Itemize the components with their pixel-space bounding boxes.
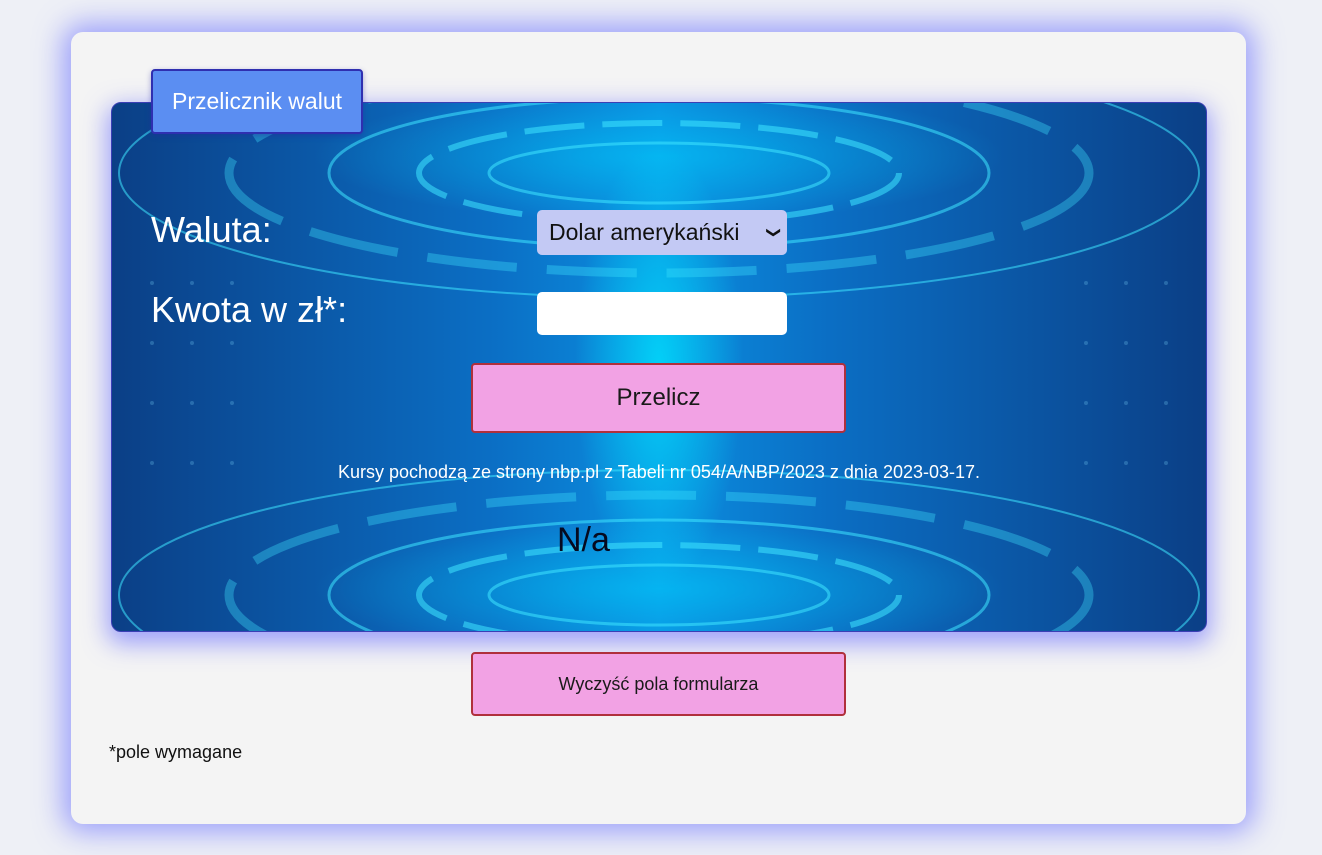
conversion-result: N/a (557, 521, 610, 559)
currency-select-value: Dolar amerykański (549, 219, 740, 245)
converter-title-tab: Przelicznik walut (151, 69, 363, 134)
exchange-rate-source-note: Kursy pochodzą ze strony nbp.pl z Tabeli… (337, 462, 981, 482)
amount-label: Kwota w zł*: (151, 289, 348, 330)
chevron-down-icon: ❯ (766, 226, 783, 239)
currency-select[interactable]: Dolar amerykański ❯ (537, 210, 787, 255)
page: Przelicznik walut Waluta: Dolar amerykań… (0, 0, 1322, 855)
convert-button[interactable]: Przelicz (471, 363, 846, 433)
clear-form-button[interactable]: Wyczyść pola formularza (471, 652, 846, 716)
amount-input[interactable] (537, 292, 787, 335)
required-field-note: *pole wymagane (109, 742, 243, 762)
currency-label: Waluta: (151, 209, 272, 250)
